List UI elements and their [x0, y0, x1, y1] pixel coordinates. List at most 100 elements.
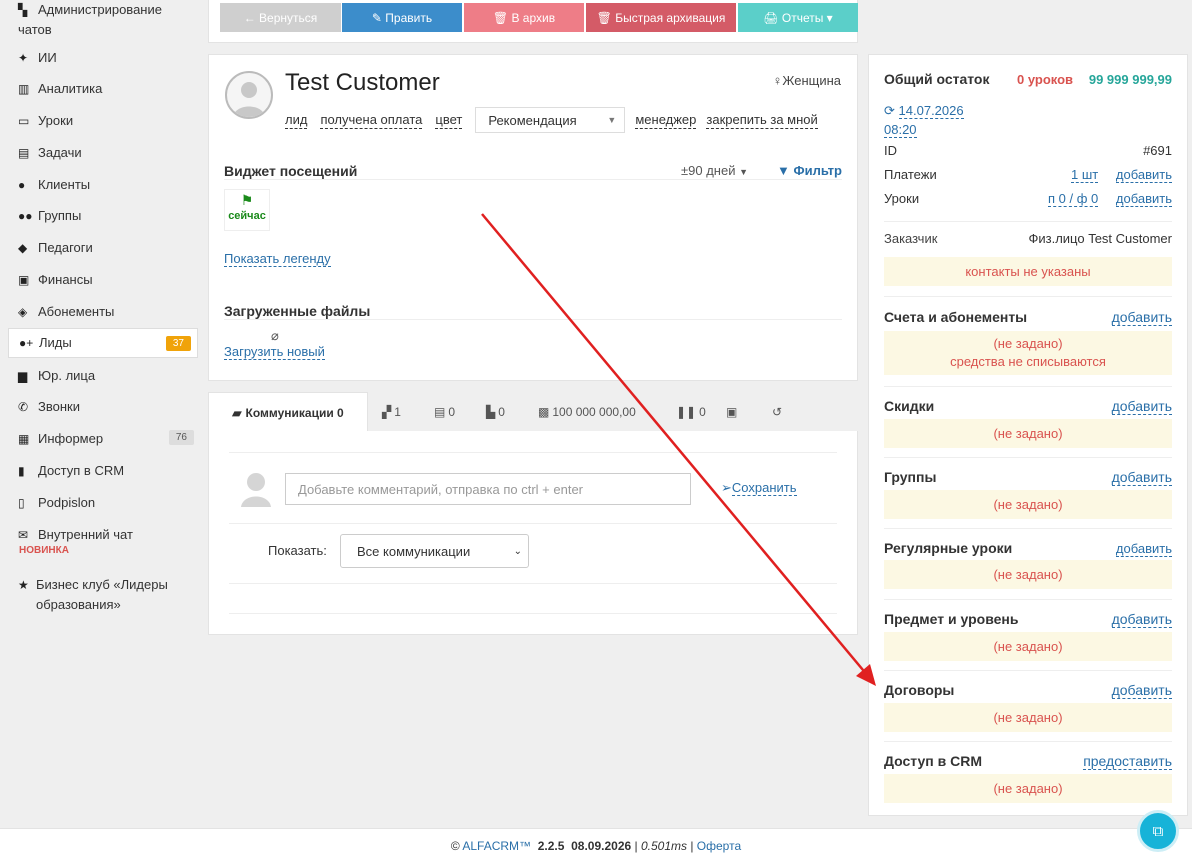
offer-link[interactable]: Оферта — [697, 839, 741, 853]
sidebar-item-chat-admin[interactable]: ▚ Администрирование чатов — [8, 0, 198, 40]
customer-value: Физ.лицо Test Customer — [1028, 231, 1172, 246]
tab-gifts[interactable]: ▩ 100 000 000,00 — [538, 392, 636, 432]
sidebar-item-internal-chat-wrap: Внутренний чат — [38, 525, 133, 545]
add-account-link[interactable]: добавить — [1111, 309, 1172, 326]
comment-input[interactable]: Добавьте комментарий, отправка по ctrl +… — [285, 473, 691, 505]
visit-now-cell[interactable]: ⚑ сейчас — [224, 189, 270, 231]
divider — [229, 523, 837, 524]
sidebar-item-clients[interactable]: ● Клиенты — [8, 175, 198, 195]
avatar — [225, 71, 273, 119]
sidebar-item-label: ИИ — [38, 50, 57, 65]
sidebar-item-label: Аналитика — [38, 81, 103, 96]
sidebar-item-podpislon[interactable]: ▯ Podpislon — [8, 493, 198, 513]
filter-button[interactable]: ▼ Фильтр — [777, 163, 842, 178]
commenter-avatar — [239, 469, 273, 507]
user-plus-icon: ●+ — [19, 336, 34, 350]
leads-count-badge: 37 — [165, 336, 191, 351]
customer-name: Test Customer — [285, 69, 440, 96]
sidebar-item-subscriptions[interactable]: ◈ Абонементы — [8, 302, 198, 322]
briefcase-icon: ▆ — [18, 369, 28, 383]
chat-widget-button[interactable]: ⧉ — [1137, 810, 1179, 852]
tab-pause[interactable]: ❚❚ 0 — [676, 392, 706, 432]
archive-button[interactable]: 🗑 В архив — [464, 3, 584, 32]
sidebar-item-legal-entities[interactable]: ▆ Юр. лица — [8, 366, 198, 386]
sidebar-item-calls[interactable]: ✆ Звонки — [8, 397, 198, 417]
save-comment-button[interactable]: ➢Сохранить — [721, 480, 797, 496]
tab-book[interactable]: ▞ 1 — [382, 392, 401, 432]
sidebar-item-leads[interactable]: ●+ Лиды 37 — [8, 328, 198, 358]
sidebar-item-internal-chat[interactable]: ✉ Внутренний чат — [8, 525, 198, 545]
sidebar-item-label: Клиенты — [38, 177, 91, 192]
caret-down-icon: ▼ — [607, 115, 617, 125]
section-contracts-title: Договоры — [884, 682, 955, 698]
divider — [224, 319, 842, 320]
informer-count-badge: 76 — [168, 430, 194, 445]
balance-date-link[interactable]: ⟳ 14.07.2026 08:20 — [884, 101, 964, 139]
section-regular-lessons-title: Регулярные уроки — [884, 540, 1013, 556]
add-discount-link[interactable]: добавить — [1111, 398, 1172, 415]
divider — [884, 741, 1172, 742]
manager-link[interactable]: менеджер — [635, 112, 697, 129]
communications-filter-select[interactable]: Все коммуникации ⌄ — [340, 534, 529, 568]
payment-received-link[interactable]: получена оплата — [320, 112, 423, 129]
sidebar-item-tasks[interactable]: ▤ Задачи — [8, 143, 198, 163]
new-tag: НОВИНКА — [19, 545, 69, 556]
sidebar-item-ai[interactable]: ✦ ИИ — [8, 48, 198, 68]
add-regular-lesson-link[interactable]: добавить — [1115, 541, 1172, 557]
color-link[interactable]: цвет — [435, 112, 463, 129]
sidebar-item-finance[interactable]: ▣ Финансы — [8, 270, 198, 290]
add-subject-link[interactable]: добавить — [1111, 611, 1172, 628]
tab-stats[interactable]: ▙ 0 — [486, 392, 505, 432]
source-select[interactable]: Рекомендация ▼ — [475, 107, 626, 133]
lead-link[interactable]: лид — [285, 112, 308, 129]
add-contract-link[interactable]: добавить — [1111, 682, 1172, 699]
sidebar-item-business-club[interactable]: ★ Бизнес клуб «Лидеры образования» — [8, 575, 198, 615]
show-legend-link[interactable]: Показать легенду — [224, 251, 331, 267]
divider — [884, 528, 1172, 529]
render-time: 0.501ms — [640, 839, 687, 853]
summary-panel: Общий остаток 0 уроков 99 999 999,99 ⟳ 1… — [868, 54, 1188, 816]
add-lesson-link[interactable]: добавить — [1115, 191, 1172, 207]
divider — [884, 670, 1172, 671]
files-title: Загруженные файлы — [224, 303, 371, 319]
upload-new-link[interactable]: Загрузить новый — [224, 344, 325, 360]
sidebar-item-crm-access[interactable]: ▮ Доступ в CRM — [8, 461, 198, 481]
section-groups-title: Группы — [884, 469, 937, 485]
sidebar-item-label: Звонки — [38, 399, 80, 414]
back-button[interactable]: ← Вернуться — [220, 3, 341, 32]
divider — [884, 599, 1172, 600]
payments-count-link[interactable]: 1 шт — [1071, 167, 1099, 183]
edit-button[interactable]: ✎ Править — [342, 3, 462, 32]
range-dropdown[interactable]: ±90 дней ▼ — [681, 163, 748, 178]
quick-archive-button[interactable]: 🗑 Быстрая архивация — [586, 3, 736, 32]
sidebar-item-lessons[interactable]: ▭ Уроки — [8, 111, 198, 131]
add-group-link[interactable]: добавить — [1111, 469, 1172, 486]
tab-tasks[interactable]: ▤ 0 — [434, 392, 455, 432]
lessons-count-link[interactable]: п 0 / ф 0 — [1048, 191, 1099, 207]
divider — [229, 613, 837, 614]
grant-access-link[interactable]: предоставить — [1083, 753, 1172, 770]
sidebar-item-informer[interactable]: ▦ Информер 76 — [8, 429, 198, 449]
brand-link[interactable]: ALFACRM™ — [462, 839, 531, 853]
tab-communications[interactable]: ▰ Коммуникации 0 — [208, 392, 368, 432]
tab-history[interactable]: ↺ — [772, 392, 782, 432]
subject-alert: (не задано) — [884, 632, 1172, 661]
divider — [229, 452, 837, 453]
add-payment-link[interactable]: добавить — [1115, 167, 1172, 183]
reports-button[interactable]: 🖨 Отчеты ▾ — [738, 3, 858, 32]
divider — [884, 386, 1172, 387]
sidebar-item-label: Podpislon — [38, 495, 96, 510]
balance-title: Общий остаток — [884, 71, 990, 87]
tab-money[interactable]: ▣ — [726, 392, 737, 432]
lock-icon: ▮ — [18, 464, 25, 478]
sidebar-item-label: Бизнес клуб «Лидеры образования» — [36, 577, 168, 612]
regular-lessons-alert: (не задано) — [884, 560, 1172, 589]
sidebar-item-analytics[interactable]: ▥ Аналитика — [8, 79, 198, 99]
sidebar-item-teachers[interactable]: ◆ Педагоги — [8, 238, 198, 258]
refresh-icon: ⟳ — [884, 103, 895, 118]
footer: © ALFACRM™ 2.2.5 08.09.2026 | 0.501ms | … — [0, 828, 1192, 855]
sidebar-item-groups[interactable]: ●● Группы — [8, 206, 198, 226]
paperclip-icon: ⌀ — [271, 328, 279, 343]
sparkle-icon: ✦ — [18, 51, 29, 65]
pin-link[interactable]: закрепить за мной — [706, 112, 818, 129]
